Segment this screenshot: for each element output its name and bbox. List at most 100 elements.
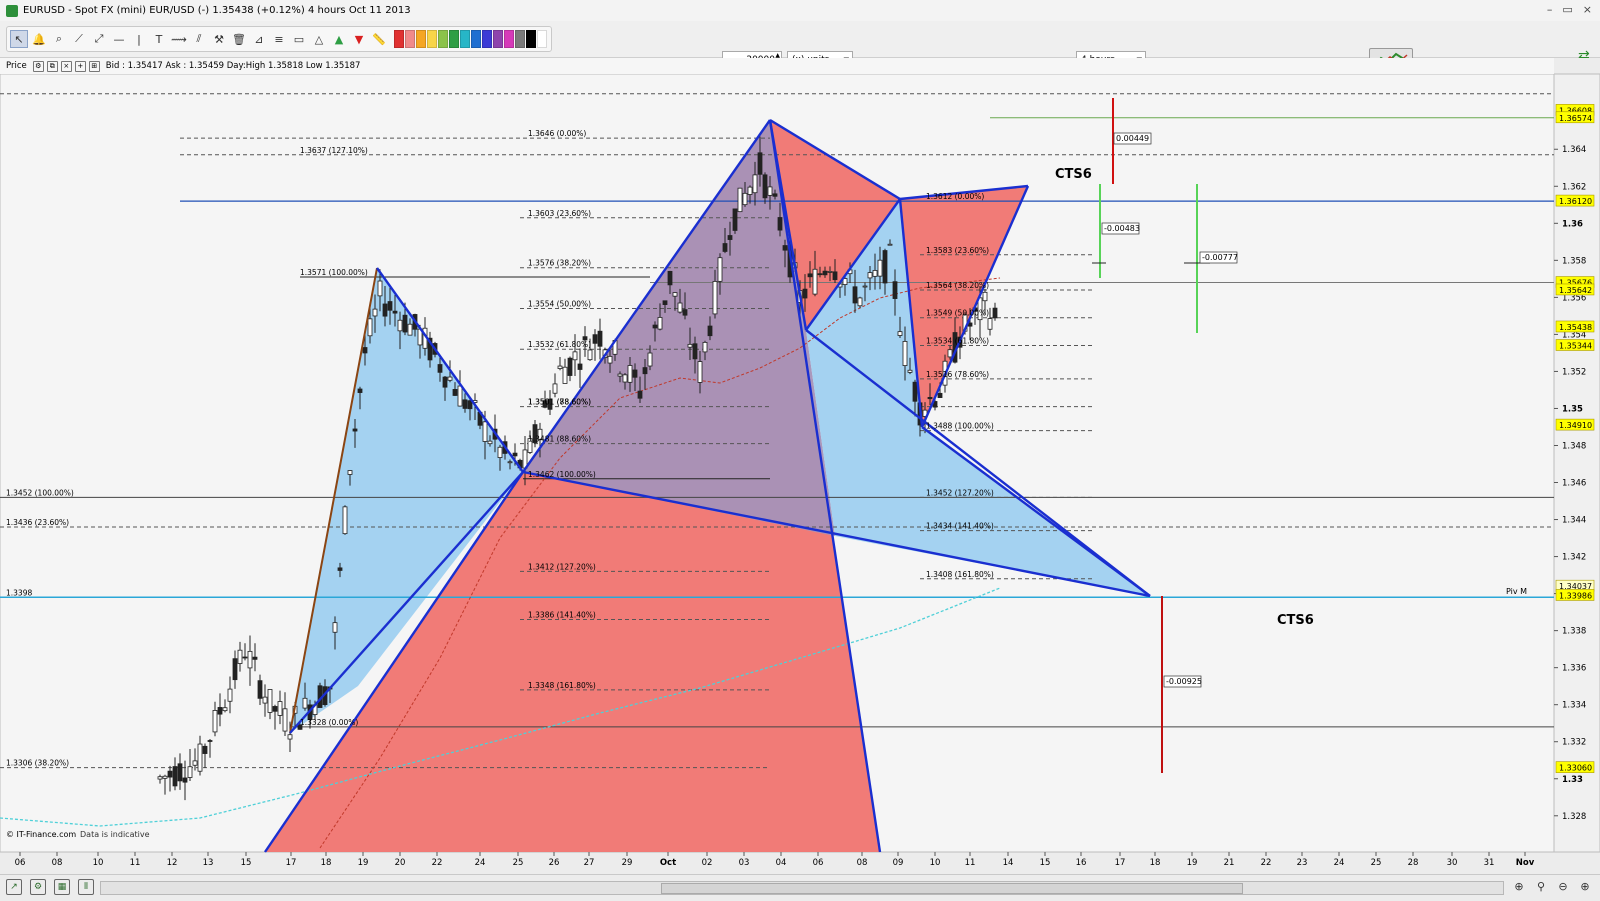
rectangle-icon[interactable]: ▭ (290, 30, 308, 48)
candle-body (857, 297, 863, 307)
candle-body (357, 388, 363, 393)
zoom-in-icon[interactable]: ⊕ (1578, 879, 1592, 893)
fib-label: 1.3306 (38.20%) (6, 759, 69, 768)
expand-icon[interactable]: ⊞ (88, 60, 100, 72)
text-tool-icon[interactable]: T (150, 30, 168, 48)
price-chart[interactable]: 0.00449 -0.00483 -0.00777 -0.00925 1.3646 (0… (0, 58, 1600, 874)
horizontal-line-icon[interactable]: — (110, 30, 128, 48)
alert-bell-icon[interactable]: 🔔 (30, 30, 48, 48)
zoom-magnifier-icon[interactable]: ⌕ (50, 30, 68, 48)
zoom-range-icon[interactable]: ⚲ (1534, 879, 1548, 893)
color-swatch-8[interactable] (482, 30, 492, 48)
y-tick-label: 1.328 (1562, 812, 1586, 822)
copy-icon[interactable]: ⧉ (46, 60, 58, 72)
x-tick-label: 08 (857, 858, 868, 868)
minimize-button[interactable]: – (1547, 3, 1553, 16)
candle-body (722, 243, 728, 252)
arrow-down-icon[interactable]: ▼ (350, 30, 368, 48)
restore-button[interactable]: ▭ (1562, 3, 1572, 16)
fibonacci-icon[interactable]: ⟿ (170, 30, 188, 48)
fib-fan-icon[interactable]: ⊿ (250, 30, 268, 48)
cursor-icon[interactable]: ↖ (10, 30, 28, 48)
channel-icon[interactable]: ⫽ (190, 30, 208, 48)
drawing-toolbar: ↖ 🔔 ⌕ ⟋ ⤢ — | T ⟿ ⫽ ⚒ 🗑 ⊿ ≡ ▭ △ ▲ ▼ 📏 20… (0, 21, 1600, 72)
drawing-tools: ↖ 🔔 ⌕ ⟋ ⤢ — | T ⟿ ⫽ ⚒ 🗑 ⊿ ≡ ▭ △ ▲ ▼ 📏 (6, 26, 552, 52)
ruler-icon[interactable]: 📏 (370, 30, 388, 48)
bar-chart-icon[interactable]: ⫴ (78, 879, 94, 895)
x-tick-label: Nov (1516, 858, 1535, 868)
x-tick-label: 08 (52, 858, 63, 868)
chart-add-icon[interactable]: ↗ (6, 879, 22, 895)
pattern-tool-icon[interactable]: ⚒ (210, 30, 228, 48)
measure-box-value: 0.00449 (1116, 134, 1149, 143)
delete-trash-icon[interactable]: 🗑 (230, 30, 248, 48)
vertical-line-icon[interactable]: | (130, 30, 148, 48)
y-tick-label: 1.332 (1562, 738, 1586, 748)
candle-body (572, 351, 578, 361)
candle-body (577, 363, 583, 370)
color-swatch-3[interactable] (427, 30, 437, 48)
candle-body (677, 302, 683, 313)
y-tick-label: 1.358 (1562, 256, 1586, 266)
zoom-fit-icon[interactable]: ⊕ (1512, 879, 1526, 893)
candle-body (232, 658, 238, 681)
candle-body (912, 381, 918, 402)
candle-body (497, 446, 503, 458)
color-swatch-10[interactable] (504, 30, 514, 48)
color-swatch-6[interactable] (460, 30, 470, 48)
ray-line-icon[interactable]: ⤢ (90, 30, 108, 48)
candle-body (882, 250, 888, 284)
color-swatch-7[interactable] (471, 30, 481, 48)
candle-body (707, 325, 713, 337)
color-swatch-5[interactable] (449, 30, 459, 48)
candle-body (557, 365, 563, 369)
x-tick-label: 11 (965, 858, 976, 868)
y-tick-label: 1.346 (1562, 479, 1586, 489)
color-swatch-12[interactable] (526, 30, 536, 48)
color-swatch-13[interactable] (537, 30, 547, 48)
y-tick-label: 1.338 (1562, 627, 1586, 637)
trendline-icon[interactable]: ⟋ (70, 30, 88, 48)
candle-body (947, 349, 953, 358)
color-swatch-2[interactable] (416, 30, 426, 48)
bid-ask-quote: Bid : 1.35417 Ask : 1.35459 Day:High 1.3… (105, 61, 361, 71)
candle-body (852, 286, 858, 304)
candle-body (592, 334, 598, 344)
candle-body (597, 330, 603, 347)
candle-body (747, 186, 753, 195)
candle-body (447, 376, 453, 381)
arrow-up-icon[interactable]: ▲ (330, 30, 348, 48)
color-swatch-9[interactable] (493, 30, 503, 48)
indicator-icon[interactable]: ⚙ (30, 879, 46, 895)
candle-body (992, 307, 998, 319)
candle-body (877, 259, 883, 277)
color-swatch-4[interactable] (438, 30, 448, 48)
calendar-icon[interactable]: ▦ (54, 879, 70, 895)
candle-body (512, 452, 518, 457)
candle-body (817, 273, 823, 276)
y-tick-label: 1.344 (1562, 516, 1586, 526)
close-button[interactable]: × (1583, 3, 1592, 16)
candle-body (757, 152, 763, 175)
scroll-thumb[interactable] (661, 883, 1243, 894)
horizontal-scrollbar[interactable] (100, 881, 1504, 895)
measure-box-value: -0.00777 (1202, 253, 1238, 262)
color-swatch-0[interactable] (394, 30, 404, 48)
fib-retracement-icon[interactable]: ≡ (270, 30, 288, 48)
add-icon[interactable]: + (74, 60, 86, 72)
candle-body (737, 187, 743, 213)
x-tick-label: 27 (584, 858, 595, 868)
color-swatch-1[interactable] (405, 30, 415, 48)
candle-body (827, 271, 833, 273)
close-icon[interactable]: × (60, 60, 72, 72)
candle-body (657, 317, 663, 330)
zoom-out-icon[interactable]: ⊖ (1556, 879, 1570, 893)
settings-icon[interactable]: ⚙ (32, 60, 44, 72)
x-tick-label: 25 (513, 858, 524, 868)
y-tick-label: 1.334 (1562, 701, 1586, 711)
color-swatch-11[interactable] (515, 30, 525, 48)
candle-body (217, 707, 223, 715)
candle-body (907, 369, 913, 373)
chart-header: Price ⚙ ⧉ × + ⊞ Bid : 1.35417 Ask : 1.35… (0, 58, 1554, 74)
triangle-icon[interactable]: △ (310, 30, 328, 48)
